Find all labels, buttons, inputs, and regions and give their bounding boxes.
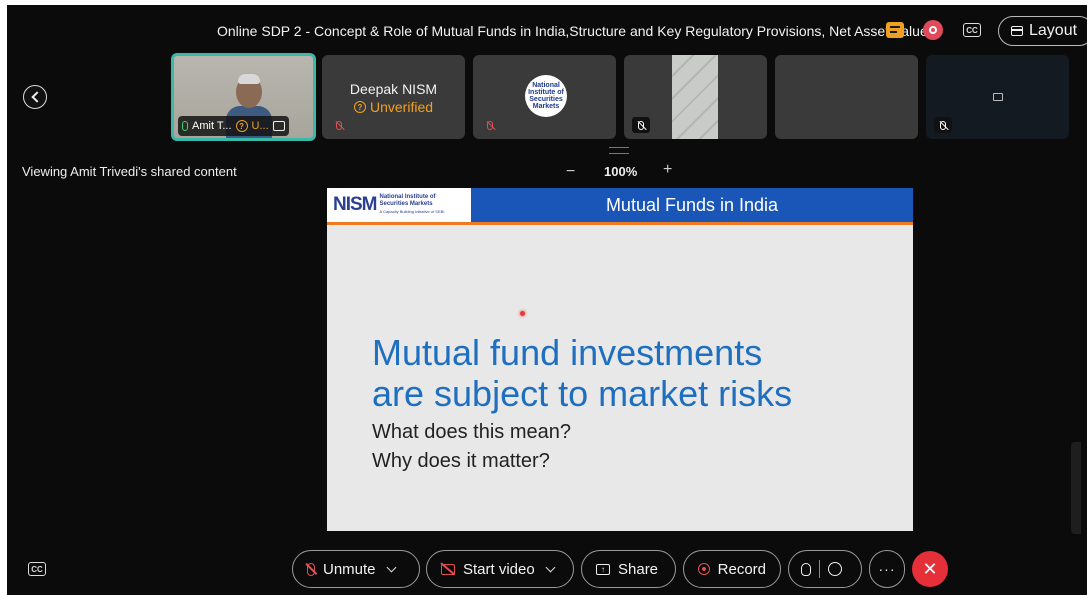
more-options-button[interactable]: ···	[869, 550, 905, 588]
leave-meeting-button[interactable]: ✕	[912, 551, 948, 587]
chevron-down-icon[interactable]	[386, 562, 396, 573]
zoom-in-button[interactable]: +	[663, 161, 672, 179]
mic-off-icon	[638, 120, 644, 130]
slide-header: NISM National Institute of Securities Ma…	[327, 188, 913, 225]
participant-name: Deepak NISM	[349, 81, 438, 97]
slide-headline: Mutual fund investments are subject to m…	[372, 332, 793, 414]
screen-share-icon	[272, 121, 285, 131]
participant-tile-5[interactable]	[775, 55, 918, 139]
chat-icon[interactable]	[884, 19, 906, 41]
side-panel-tab[interactable]	[1071, 442, 1081, 534]
layout-label: Layout	[1029, 22, 1078, 39]
more-icon: ···	[878, 561, 896, 577]
nism-logo: NISM National Institute of Securities Ma…	[327, 188, 471, 222]
participant-status: ? Unverified	[322, 99, 465, 115]
chat-bubble-icon	[886, 22, 904, 38]
participant-tile-deepak[interactable]: Deepak NISM ? Unverified	[322, 55, 465, 139]
avatar: National Institute of Securities Markets	[525, 75, 567, 117]
unverified-icon: ?	[353, 101, 366, 113]
meeting-window: Online SDP 2 - Concept & Role of Mutual …	[7, 5, 1087, 595]
share-button[interactable]: ↑ Share	[581, 550, 676, 588]
participant-tile-4[interactable]	[624, 55, 767, 139]
slide-question-1: What does this mean?	[372, 421, 571, 443]
share-screen-icon: ↑	[596, 563, 610, 575]
resize-handle[interactable]	[609, 147, 629, 154]
captions-button[interactable]: CC	[28, 562, 46, 576]
laser-pointer	[520, 311, 525, 316]
zoom-out-button[interactable]: −	[566, 163, 575, 181]
chevron-down-icon[interactable]	[545, 562, 556, 573]
record-button[interactable]: Record	[683, 550, 781, 588]
participant-tile-6[interactable]	[926, 55, 1069, 139]
mic-off-icon	[336, 120, 342, 130]
viewing-shared-label: Viewing Amit Trivedi's shared content	[22, 164, 237, 179]
shared-slide: NISM National Institute of Securities Ma…	[327, 188, 913, 531]
participant-label: Amit T... ? U...	[178, 116, 289, 136]
muted-indicator	[632, 117, 650, 133]
layout-icon	[1011, 26, 1023, 36]
meeting-title: Online SDP 2 - Concept & Role of Mutual …	[217, 23, 928, 39]
camera-icon	[993, 93, 1003, 101]
unverified-icon: ?	[235, 120, 248, 132]
close-icon: ✕	[922, 558, 938, 579]
mic-on-icon	[182, 121, 188, 131]
participant-tile-nism[interactable]: National Institute of Securities Markets	[473, 55, 616, 139]
closed-captions-icon: CC	[28, 562, 46, 576]
raise-hand-icon[interactable]	[801, 562, 811, 576]
strip-previous-button[interactable]	[23, 85, 47, 109]
zoom-level: 100%	[604, 164, 638, 179]
muted-indicator	[481, 117, 499, 133]
start-video-button[interactable]: Start video	[426, 550, 574, 588]
slide-title: Mutual Funds in India	[605, 195, 779, 215]
record-icon	[698, 563, 710, 575]
emoji-icon[interactable]	[828, 562, 842, 576]
recording-indicator-icon[interactable]	[922, 19, 944, 41]
muted-indicator	[934, 117, 952, 133]
participant-tile-amit[interactable]: Amit T... ? U...	[171, 53, 316, 141]
slide-question-2: Why does it matter?	[372, 450, 550, 472]
closed-captions-icon[interactable]: CC	[961, 19, 983, 41]
participant-status: U...	[251, 120, 269, 132]
participant-video	[672, 55, 718, 139]
muted-indicator	[330, 117, 348, 133]
layout-button[interactable]: Layout	[998, 16, 1087, 46]
camera-off-icon	[441, 563, 455, 575]
reactions-button[interactable]	[788, 550, 862, 588]
participant-name: Amit T...	[192, 120, 232, 132]
mic-off-icon	[307, 562, 315, 576]
unmute-button[interactable]: Unmute	[292, 550, 420, 588]
mic-off-icon	[487, 120, 493, 130]
mic-off-icon	[940, 120, 946, 130]
